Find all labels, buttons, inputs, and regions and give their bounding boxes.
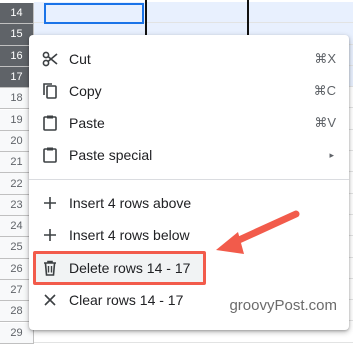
menu-item-label: Insert 4 rows above [69, 195, 192, 211]
menu-item-label: Clear rows 14 - 17 [69, 292, 184, 308]
menu-item-label: Copy [69, 83, 102, 99]
shortcut-label: ⌘X [314, 51, 336, 66]
menu-item-paste-special[interactable]: Paste special ▸ [29, 139, 349, 171]
menu-separator [29, 179, 349, 180]
menu-item-copy[interactable]: Copy ⌘C [29, 75, 349, 107]
shortcut-label: ⌘V [314, 115, 336, 130]
clipboard-icon [41, 146, 59, 164]
menu-item-cut[interactable]: Cut ⌘X [29, 43, 349, 75]
menu-item-label: Delete rows 14 - 17 [69, 260, 191, 276]
clipboard-icon [41, 114, 59, 132]
menu-item-delete-rows[interactable]: Delete rows 14 - 17 [29, 252, 349, 284]
menu-item-label: Cut [69, 51, 91, 67]
menu-item-label: Paste special [69, 147, 153, 163]
scissors-icon [41, 50, 59, 68]
menu-item-label: Insert 4 rows below [69, 227, 190, 243]
submenu-arrow-icon: ▸ [329, 149, 334, 160]
menu-item-insert-above[interactable]: Insert 4 rows above [29, 187, 349, 219]
watermark: groovyPost.com [229, 297, 337, 314]
close-icon [41, 291, 59, 309]
row-header-14[interactable]: 14 [0, 3, 34, 25]
menu-item-paste[interactable]: Paste ⌘V [29, 107, 349, 139]
plus-icon [41, 226, 59, 244]
shortcut-label: ⌘C [313, 83, 336, 98]
plus-icon [41, 194, 59, 212]
copy-icon [41, 82, 59, 100]
active-cell[interactable] [44, 3, 144, 24]
menu-item-label: Paste [69, 115, 105, 131]
menu-item-insert-below[interactable]: Insert 4 rows below [29, 219, 349, 251]
trash-icon [41, 259, 59, 277]
